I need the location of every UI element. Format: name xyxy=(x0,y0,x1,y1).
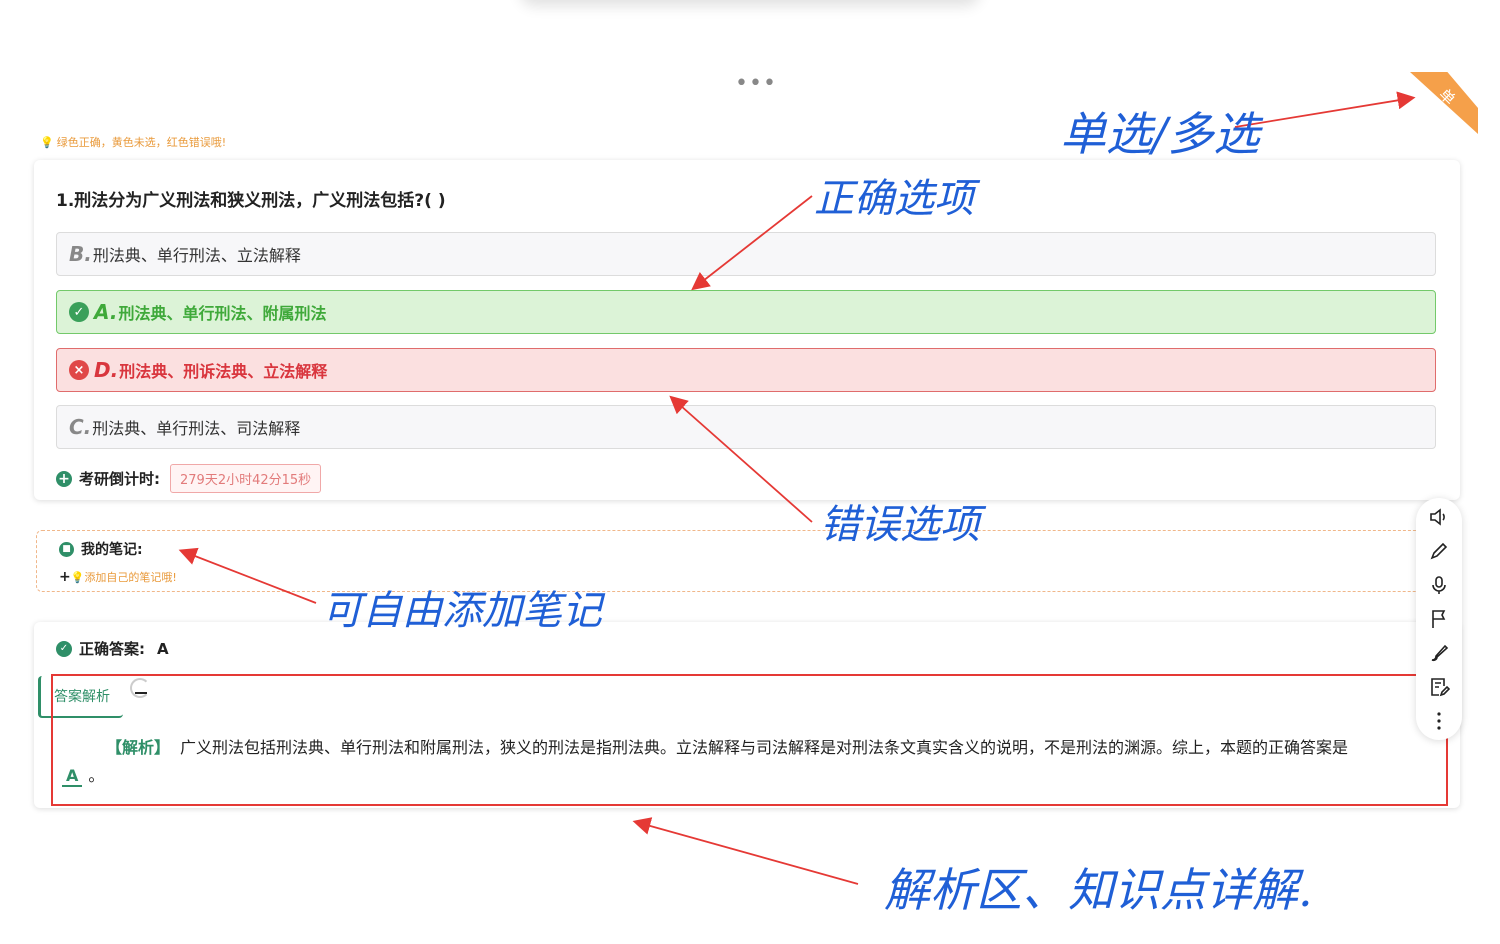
add-note-button[interactable]: +💡添加自己的笔记哦! xyxy=(59,569,177,585)
pencil-icon[interactable] xyxy=(1428,540,1450,562)
plus-circle-icon: + xyxy=(56,470,72,487)
question-card: 1.刑法分为广义刑法和狭义刑法，广义刑法包括?( ) B. 刑法典、单行刑法、立… xyxy=(34,160,1460,500)
color-hint-text: 绿色正确，黄色未选，红色错误哦! xyxy=(56,136,227,149)
annotation-correct-option: 正确选项 xyxy=(814,176,974,222)
arrow-to-badge xyxy=(1234,91,1416,128)
question-type-label: 单 xyxy=(1435,85,1459,109)
more-dots-icon[interactable]: ••• xyxy=(735,73,777,95)
countdown-label: 考研倒计时: xyxy=(79,470,160,488)
add-note-text: 添加自己的笔记哦! xyxy=(84,571,177,584)
correct-answer-value: A xyxy=(157,639,169,658)
notebook-icon: ■ xyxy=(59,541,74,557)
notes-title-text: 我的笔记: xyxy=(81,542,143,558)
annotation-single-multi: 单选/多选 xyxy=(1060,107,1260,161)
bulb-icon: 💡 xyxy=(40,136,54,149)
brush-icon[interactable] xyxy=(1428,642,1450,664)
notes-title: ■ 我的笔记: xyxy=(59,539,143,559)
option-text: 刑法典、单行刑法、立法解释 xyxy=(92,246,301,265)
option-letter: B. xyxy=(69,242,92,266)
arrow-to-analysis xyxy=(632,817,859,885)
more-vertical-icon[interactable] xyxy=(1428,710,1450,732)
option-letter: D. xyxy=(94,358,119,382)
analysis-highlight-box xyxy=(51,674,1448,806)
annotation-analysis-area: 解析区、知识点详解. xyxy=(884,863,1313,917)
cross-icon: × xyxy=(69,360,89,380)
annotation-wrong-option: 错误选项 xyxy=(820,502,980,548)
notes-panel: ■ 我的笔记: +💡添加自己的笔记哦! xyxy=(36,530,1456,592)
check-circle-icon: ✓ xyxy=(56,640,72,657)
question-type-badge: 单 xyxy=(1410,72,1478,134)
speaker-icon[interactable] xyxy=(1428,506,1450,528)
option-c[interactable]: C. 刑法典、单行刑法、司法解释 xyxy=(56,405,1436,449)
exam-countdown: + 考研倒计时: 279天2小时42分15秒 xyxy=(56,464,322,493)
option-text: 刑法典、单行刑法、附属刑法 xyxy=(118,304,327,323)
bulb-icon: 💡 xyxy=(70,571,85,584)
option-text: 刑法典、单行刑法、司法解释 xyxy=(92,419,301,438)
option-d-wrong[interactable]: × D. 刑法典、刑诉法典、立法解释 xyxy=(56,348,1436,392)
side-toolbar xyxy=(1416,498,1462,740)
plus-icon: + xyxy=(59,569,71,585)
microphone-icon[interactable] xyxy=(1428,574,1450,596)
correct-answer-label: 正确答案: xyxy=(79,640,145,658)
option-b[interactable]: B. 刑法典、单行刑法、立法解释 xyxy=(56,232,1436,276)
annotation-add-notes: 可自由添加笔记 xyxy=(322,588,602,634)
option-letter: A. xyxy=(94,300,118,324)
option-letter: C. xyxy=(69,415,92,439)
question-title: 1.刑法分为广义刑法和狭义刑法，广义刑法包括?( ) xyxy=(56,191,446,211)
correct-answer-row: ✓ 正确答案: A xyxy=(56,638,169,659)
option-text: 刑法典、刑诉法典、立法解释 xyxy=(119,362,328,381)
countdown-value: 279天2小时42分15秒 xyxy=(170,464,322,493)
note-edit-icon[interactable] xyxy=(1428,676,1450,698)
flag-icon[interactable] xyxy=(1428,608,1450,630)
color-hint: 💡 绿色正确，黄色未选，红色错误哦! xyxy=(40,134,226,150)
check-icon: ✓ xyxy=(69,302,89,322)
option-a-correct[interactable]: ✓ A. 刑法典、单行刑法、附属刑法 xyxy=(56,290,1436,334)
